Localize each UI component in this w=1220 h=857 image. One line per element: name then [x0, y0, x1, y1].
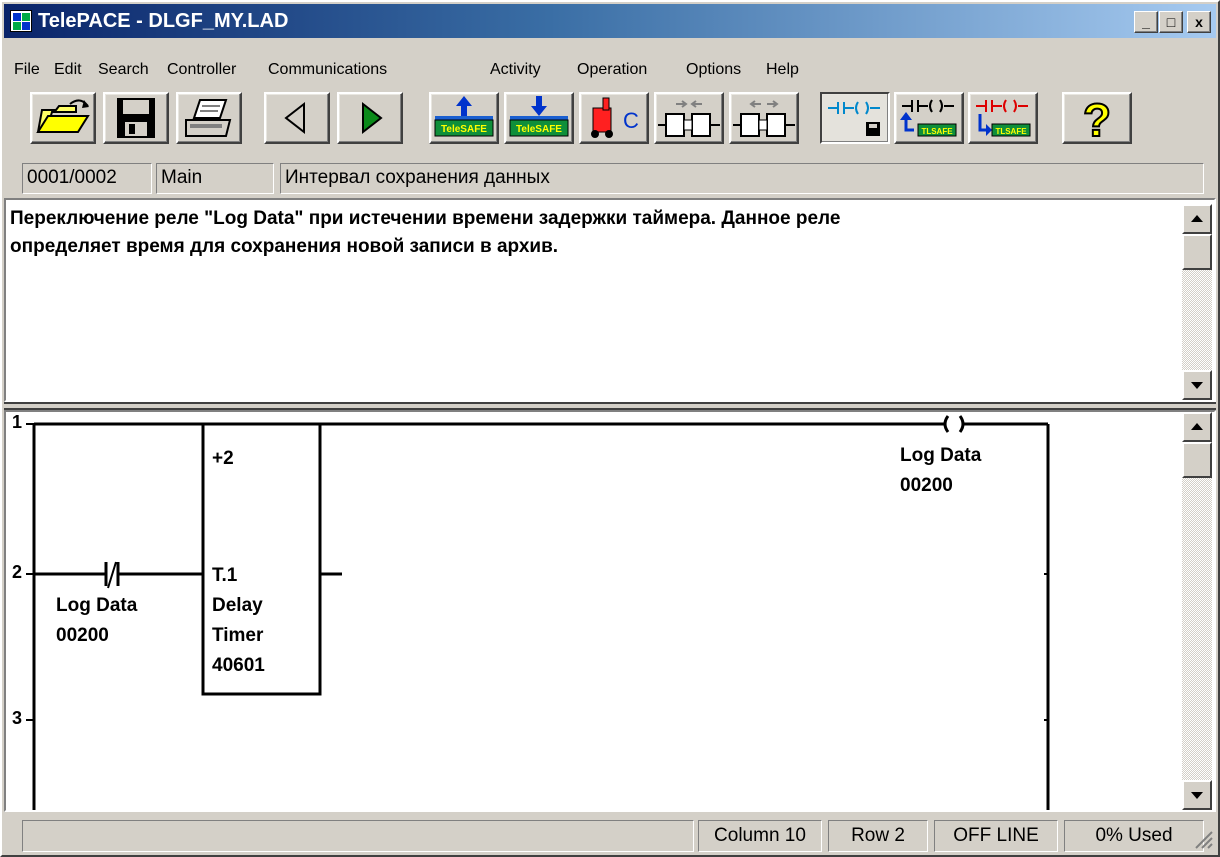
minimize-icon: _	[1142, 14, 1150, 30]
initialize-controller-icon: C	[591, 97, 639, 138]
telesafe-label: TeleSAFE	[516, 124, 562, 135]
timer-address: 40601	[212, 655, 265, 676]
timer-preset: +2	[212, 448, 234, 469]
status-used: 0% Used	[1064, 820, 1204, 852]
menu-file[interactable]: File	[14, 60, 40, 80]
network-section: Main	[156, 163, 274, 194]
help-button[interactable]: ?	[1062, 92, 1132, 144]
resize-grip-icon[interactable]	[1192, 828, 1214, 850]
connect-button[interactable]	[729, 92, 799, 144]
arrow-down-icon	[1191, 382, 1203, 389]
initialize-controller-button[interactable]: C	[579, 92, 649, 144]
connect-icon	[733, 100, 795, 137]
arrow-up-icon	[1191, 215, 1203, 222]
ladder-scroll-down-button[interactable]	[1182, 780, 1212, 810]
close-button[interactable]: x	[1187, 11, 1211, 33]
window-title: TelePACE - DLGF_MY.LAD	[38, 10, 289, 32]
coil-address: 00200	[900, 475, 953, 496]
menu-activity[interactable]: Activity	[490, 60, 541, 80]
edit-mode-icon	[828, 101, 880, 136]
read-from-controller-icon: TeleSAFE	[509, 96, 569, 137]
comment-scroll-down-button[interactable]	[1182, 370, 1212, 400]
menu-bar: File Edit Search Controller Communicatio…	[4, 40, 1216, 88]
menu-help[interactable]: Help	[766, 60, 799, 80]
open-button[interactable]	[30, 92, 96, 144]
title-bar[interactable]: TelePACE - DLGF_MY.LAD _ □ x	[4, 4, 1216, 38]
contact-name: Log Data	[56, 595, 138, 616]
contact-address: 00200	[56, 625, 109, 646]
save-disk-icon	[117, 98, 155, 138]
status-message	[22, 820, 694, 852]
maximize-button[interactable]: □	[1159, 11, 1183, 33]
minimize-button[interactable]: _	[1134, 11, 1158, 33]
comment-scroll-up-button[interactable]	[1182, 204, 1212, 234]
svg-text:?: ?	[1083, 94, 1111, 142]
previous-network-button[interactable]	[264, 92, 330, 144]
menu-communications[interactable]: Communications	[268, 60, 387, 80]
read-program-icon: TLSAFE	[976, 99, 1031, 137]
help-icon: ?	[1082, 94, 1112, 142]
pane-splitter[interactable]	[4, 402, 1216, 410]
rung-number-3: 3	[12, 708, 23, 728]
save-button[interactable]	[103, 92, 169, 144]
arrow-up-icon	[1191, 423, 1203, 430]
arrow-down-icon	[1191, 792, 1203, 799]
write-to-controller-icon: TeleSAFE	[434, 96, 494, 137]
edit-mode-button[interactable]	[820, 92, 890, 144]
ladder-scroll-thumb[interactable]	[1182, 442, 1212, 478]
next-network-button[interactable]	[337, 92, 403, 144]
read-program-button[interactable]: TLSAFE	[968, 92, 1038, 144]
write-program-button[interactable]: TLSAFE	[894, 92, 964, 144]
tlsafe-label: TLSAFE	[921, 127, 953, 136]
menu-operation[interactable]: Operation	[577, 60, 647, 80]
disconnect-button[interactable]	[654, 92, 724, 144]
menu-search[interactable]: Search	[98, 60, 149, 80]
previous-network-icon	[284, 101, 305, 135]
maximize-icon: □	[1166, 14, 1176, 30]
print-icon	[185, 99, 232, 137]
timer-label-delay: Delay	[212, 595, 263, 616]
close-icon: x	[1195, 14, 1203, 30]
timer-register: T.1	[212, 565, 238, 586]
network-position: 0001/0002	[22, 163, 152, 194]
timer-label-timer: Timer	[212, 625, 264, 646]
comment-line-2: определяет время для сохранения новой за…	[10, 236, 559, 257]
svg-text:C: C	[623, 108, 639, 133]
print-button[interactable]	[176, 92, 242, 144]
rung-number-2: 2	[12, 562, 23, 582]
ladder-scroll-up-button[interactable]	[1182, 412, 1212, 442]
telesafe-label: TeleSAFE	[441, 124, 487, 135]
comment-scroll-thumb[interactable]	[1182, 234, 1212, 270]
menu-options[interactable]: Options	[686, 60, 741, 80]
open-folder-icon	[36, 99, 90, 133]
tlsafe-label: TLSAFE	[995, 127, 1027, 136]
network-title[interactable]: Интервал сохранения данных	[280, 163, 1204, 194]
status-mode: OFF LINE	[934, 820, 1058, 852]
write-to-controller-button[interactable]: TeleSAFE	[429, 92, 499, 144]
read-from-controller-button[interactable]: TeleSAFE	[504, 92, 574, 144]
status-column: Column 10	[698, 820, 822, 852]
ladder-diagram	[26, 415, 1050, 810]
output-coil	[943, 415, 950, 433]
menu-controller[interactable]: Controller	[167, 60, 236, 80]
disconnect-icon	[658, 100, 720, 137]
telepace-app-icon[interactable]	[10, 10, 32, 32]
menu-edit[interactable]: Edit	[54, 60, 82, 80]
comment-line-1: Переключение реле "Log Data" при истечен…	[10, 208, 841, 229]
next-network-icon	[362, 101, 383, 135]
coil-name: Log Data	[900, 445, 982, 466]
rung-number-1: 1	[12, 412, 23, 432]
network-comment-text[interactable]: Переключение реле "Log Data" при истечен…	[10, 205, 1170, 261]
write-program-icon: TLSAFE	[900, 99, 957, 137]
status-row: Row 2	[828, 820, 928, 852]
